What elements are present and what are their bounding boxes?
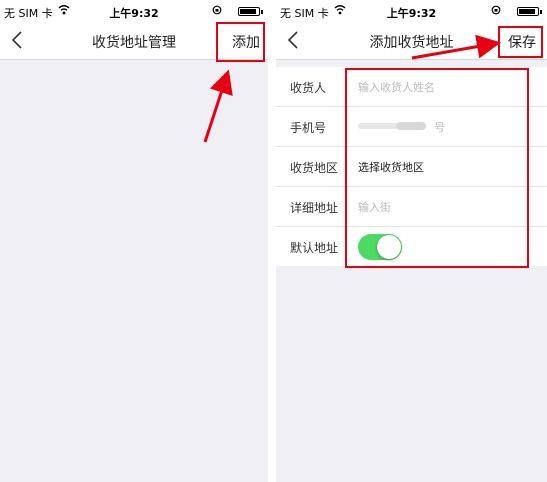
status-time: 上午9:32 (109, 7, 159, 20)
status-time: 上午9:32 (386, 7, 437, 20)
battery-icon (517, 7, 542, 16)
form-highlight (345, 68, 529, 268)
screenshot-canvas: 无 SIM 卡 上午9:32 收货地址管理 添加 无 SIM 卡 上午9:32 … (0, 0, 547, 482)
address-management-screen: 无 SIM 卡 上午9:32 收货地址管理 添加 (0, 0, 268, 482)
region-label: 收货地区 (290, 161, 339, 175)
rotation-lock-icon (212, 5, 222, 15)
add-button-highlight (216, 22, 265, 62)
status-bar: 无 SIM 卡 上午9:32 (0, 0, 268, 22)
rotation-lock-icon (491, 5, 501, 15)
battery-icon (238, 7, 263, 16)
default-address-label: 默认地址 (290, 241, 339, 255)
phone-number-label: 手机号 (290, 121, 327, 135)
status-bar: 无 SIM 卡 上午9:32 (276, 0, 547, 22)
save-button-highlight (498, 26, 543, 58)
recipient-name-label: 收货人 (290, 81, 327, 95)
detail-address-label: 详细地址 (290, 201, 339, 215)
add-address-screen: 无 SIM 卡 上午9:32 添加收货地址 保存 收货人 输入收货人姓名 手机号… (276, 0, 547, 482)
